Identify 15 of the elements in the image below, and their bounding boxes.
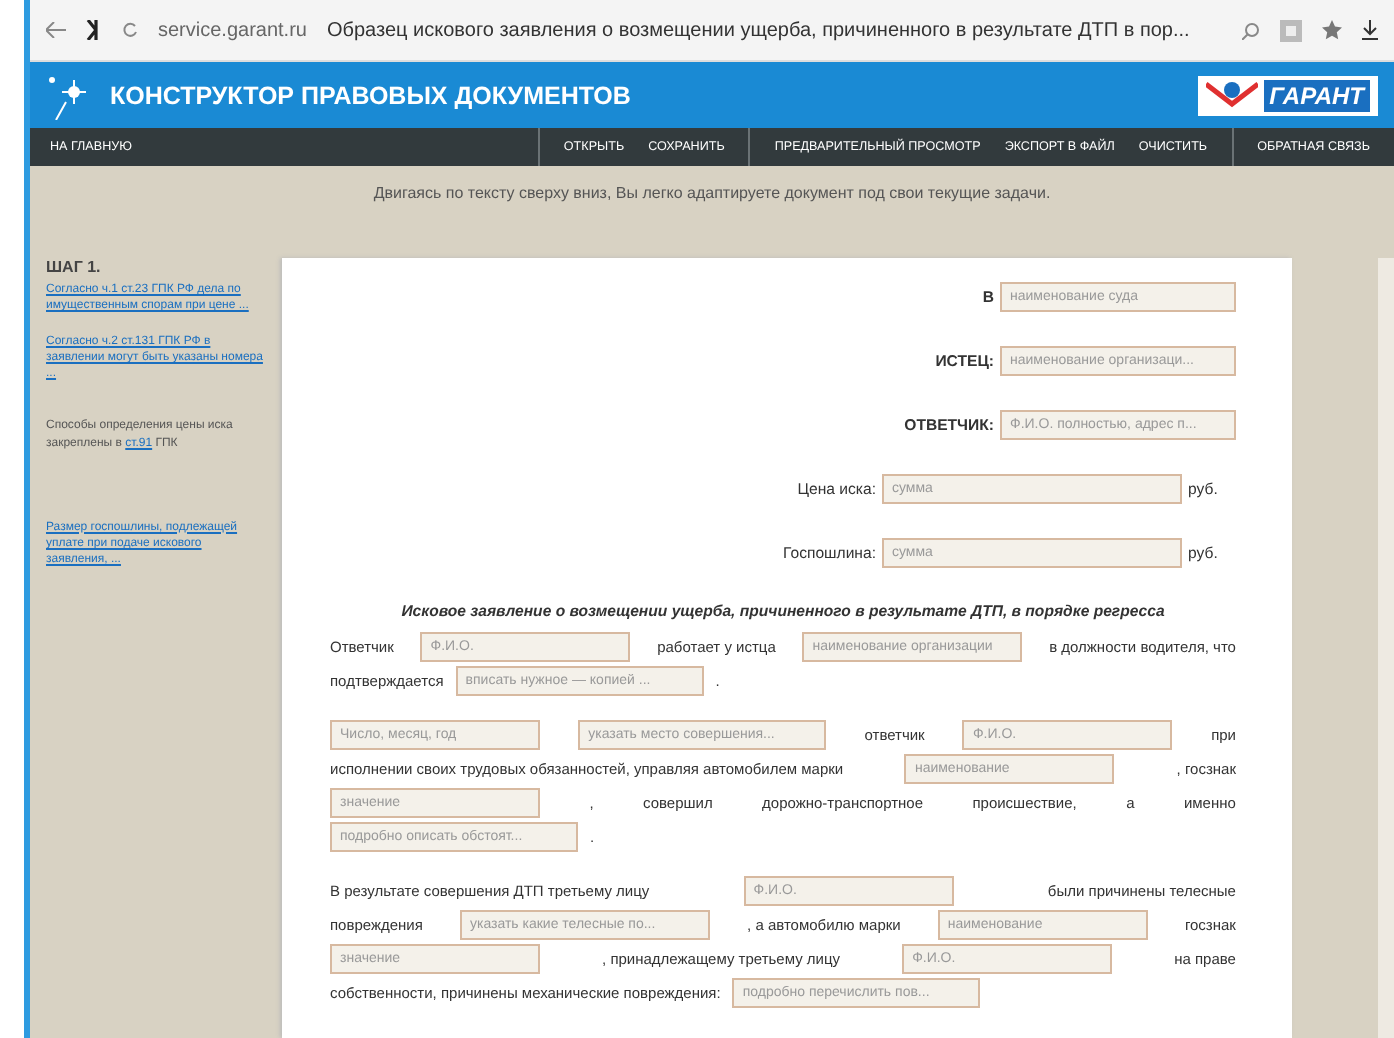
extension-icon[interactable] (1280, 19, 1302, 41)
search-icon[interactable] (1242, 21, 1260, 39)
browser-logo-icon[interactable] (86, 20, 102, 40)
step-heading: ШАГ 1. (46, 258, 103, 276)
app-title: КОНСТРУКТОР ПРАВОВЫХ ДОКУМЕНТОВ (110, 81, 633, 109)
star-icon[interactable] (1322, 20, 1342, 40)
back-arrow-icon[interactable] (46, 22, 66, 38)
sparkle-icon (46, 71, 90, 119)
intro-text: Двигаясь по тексту сверху вниз, Вы легко адаптируете документ под свои текущие задачи. (371, 182, 1053, 206)
url-text[interactable]: service.garant.ru (158, 19, 307, 41)
download-icon[interactable] (1362, 20, 1378, 40)
brand-logo: ГАРАНТ (1197, 75, 1378, 115)
page-title: Образец искового заявления о возмещении ущерба, причиненного в результате ДТП в пор... (326, 19, 1192, 41)
scrollbar[interactable] (1378, 258, 1394, 1038)
reload-icon[interactable] (122, 22, 138, 38)
